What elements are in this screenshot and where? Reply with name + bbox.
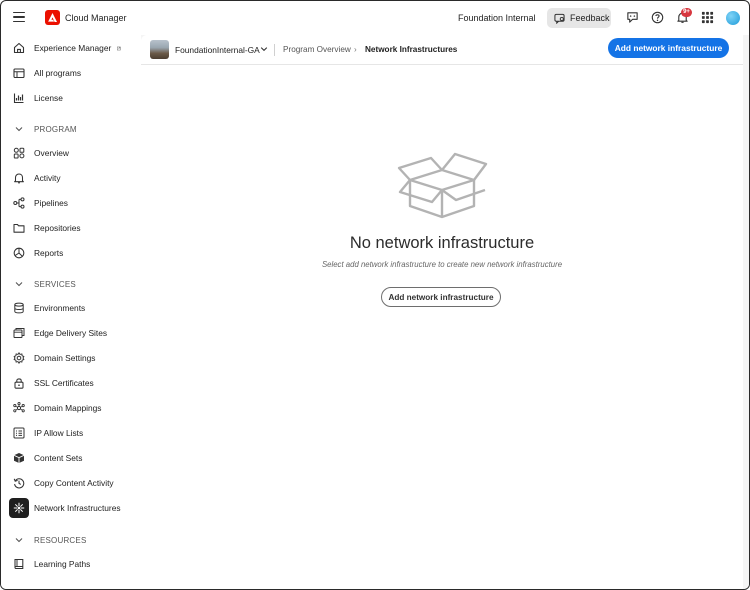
pie-chart-icon	[13, 247, 25, 259]
pipelines-icon	[13, 197, 25, 209]
sidebar-item-label: Activity	[34, 173, 61, 183]
programs-icon	[13, 68, 25, 79]
empty-state-title: No network infrastructure	[349, 234, 535, 252]
sidebar-item-label: SSL Certificates	[34, 378, 94, 388]
chevron-down-icon	[15, 282, 23, 287]
sidebar-item-ip-allow-lists[interactable]: IP Allow Lists	[9, 423, 121, 443]
app-window: Cloud Manager Foundation Internal Feedba…	[0, 0, 750, 590]
list-icon	[13, 427, 25, 439]
sidebar-item-label: License	[34, 93, 63, 103]
sidebar-item-activity[interactable]: Activity	[9, 168, 121, 188]
section-resources[interactable]: RESOURCES	[9, 532, 121, 548]
sidebar-item-label: Edge Delivery Sites	[34, 328, 108, 338]
sidebar-item-domain-settings[interactable]: Domain Settings	[9, 348, 121, 368]
sidebar-item-pipelines[interactable]: Pipelines	[9, 193, 121, 213]
section-title: PROGRAM	[34, 124, 77, 134]
adobe-logo-icon[interactable]	[45, 10, 60, 25]
section-services[interactable]: SERVICES	[9, 276, 121, 292]
sidebar-item-label: Overview	[34, 148, 69, 158]
sidebar-item-label: Domain Settings	[34, 353, 96, 363]
network-icon	[9, 498, 29, 518]
chevron-down-icon	[15, 538, 23, 543]
boxes-icon	[13, 453, 25, 463]
book-icon	[14, 558, 24, 570]
mapping-icon	[13, 402, 25, 413]
app-title[interactable]: Cloud Manager	[65, 13, 127, 23]
sidebar-item-label: Network Infrastructures	[34, 503, 121, 513]
feedback-label: Feedback	[570, 13, 610, 23]
sidebar-item-label: Environments	[34, 303, 86, 313]
sidebar-item-label: Domain Mappings	[34, 403, 102, 413]
sidebar-item-label: Repositories	[34, 223, 81, 233]
sidebar-nav: Experience Manager All programs License …	[1, 35, 141, 589]
database-icon	[14, 302, 24, 314]
folder-icon	[13, 223, 25, 233]
sidebar-item-network-infrastructures[interactable]: Network Infrastructures	[9, 498, 121, 518]
sidebar-item-domain-mappings[interactable]: Domain Mappings	[9, 398, 121, 418]
sidebar-item-environments[interactable]: Environments	[9, 298, 121, 318]
program-thumbnail[interactable]	[150, 40, 169, 59]
settings-icon	[13, 352, 25, 364]
sidebar-item-overview[interactable]: Overview	[9, 143, 121, 163]
section-program[interactable]: PROGRAM	[9, 121, 121, 137]
user-avatar[interactable]	[726, 11, 740, 25]
top-bar: Cloud Manager Foundation Internal Feedba…	[1, 1, 749, 35]
sidebar-item-label: Pipelines	[34, 198, 68, 208]
divider	[274, 44, 275, 56]
external-link-icon	[117, 46, 121, 50]
section-title: SERVICES	[34, 279, 76, 289]
notification-badge: 9+	[681, 8, 692, 17]
breadcrumb-program-overview[interactable]: Program Overview	[283, 45, 351, 54]
sidebar-item-content-sets[interactable]: Content Sets	[9, 448, 121, 468]
chevron-down-icon	[15, 127, 23, 132]
section-title: RESOURCES	[34, 535, 87, 545]
feedback-button[interactable]: Feedback	[547, 8, 611, 28]
add-network-infrastructure-button[interactable]: Add network infrastructure	[608, 38, 729, 58]
empty-state-subtitle: Select add network infrastructure to cre…	[321, 260, 563, 269]
sidebar-item-experience-manager[interactable]: Experience Manager	[9, 38, 121, 58]
empty-box-icon	[397, 152, 488, 219]
apps-grid-icon[interactable]	[701, 11, 714, 24]
sidebar-item-learning-paths[interactable]: Learning Paths	[9, 554, 121, 574]
home-icon	[13, 42, 25, 54]
program-switcher[interactable]: FoundationInternal-GA	[175, 45, 260, 55]
sidebar-item-label: IP Allow Lists	[34, 428, 84, 438]
sidebar-item-label: Content Sets	[34, 453, 83, 463]
sidebar-item-label: Learning Paths	[34, 559, 91, 569]
overview-icon	[13, 147, 25, 159]
sidebar-item-label: Reports	[34, 248, 64, 258]
sidebar-item-copy-content-activity[interactable]: Copy Content Activity	[9, 473, 121, 493]
sidebar-item-label: Copy Content Activity	[34, 478, 114, 488]
sidebar-item-license[interactable]: License	[9, 88, 121, 108]
help-icon[interactable]	[651, 11, 664, 24]
feedback-icon	[554, 13, 565, 24]
page-header: FoundationInternal-GA Program Overview ›…	[141, 35, 743, 65]
org-switcher[interactable]: Foundation Internal	[458, 13, 536, 23]
sidebar-item-label: All programs	[34, 68, 82, 78]
main-content: FoundationInternal-GA Program Overview ›…	[141, 35, 743, 589]
sidebar-item-ssl-certificates[interactable]: SSL Certificates	[9, 373, 121, 393]
sidebar-item-all-programs[interactable]: All programs	[9, 63, 121, 83]
empty-state-add-button[interactable]: Add network infrastructure	[381, 287, 501, 307]
sidebar-item-reports[interactable]: Reports	[9, 243, 121, 263]
history-icon	[13, 478, 25, 489]
breadcrumb-separator: ›	[354, 45, 357, 54]
sidebar-item-edge-delivery-sites[interactable]: Edge Delivery Sites	[9, 323, 121, 343]
license-icon	[13, 93, 24, 104]
lock-icon	[14, 378, 24, 389]
chevron-down-icon[interactable]	[260, 45, 268, 53]
breadcrumb-current: Network Infrastructures	[365, 45, 458, 54]
menu-icon[interactable]	[13, 12, 25, 23]
bell-icon	[14, 173, 24, 184]
sidebar-item-label: Experience Manager	[34, 43, 112, 53]
sites-icon	[13, 328, 25, 338]
chat-icon[interactable]	[626, 11, 639, 24]
sidebar-item-repositories[interactable]: Repositories	[9, 218, 121, 238]
